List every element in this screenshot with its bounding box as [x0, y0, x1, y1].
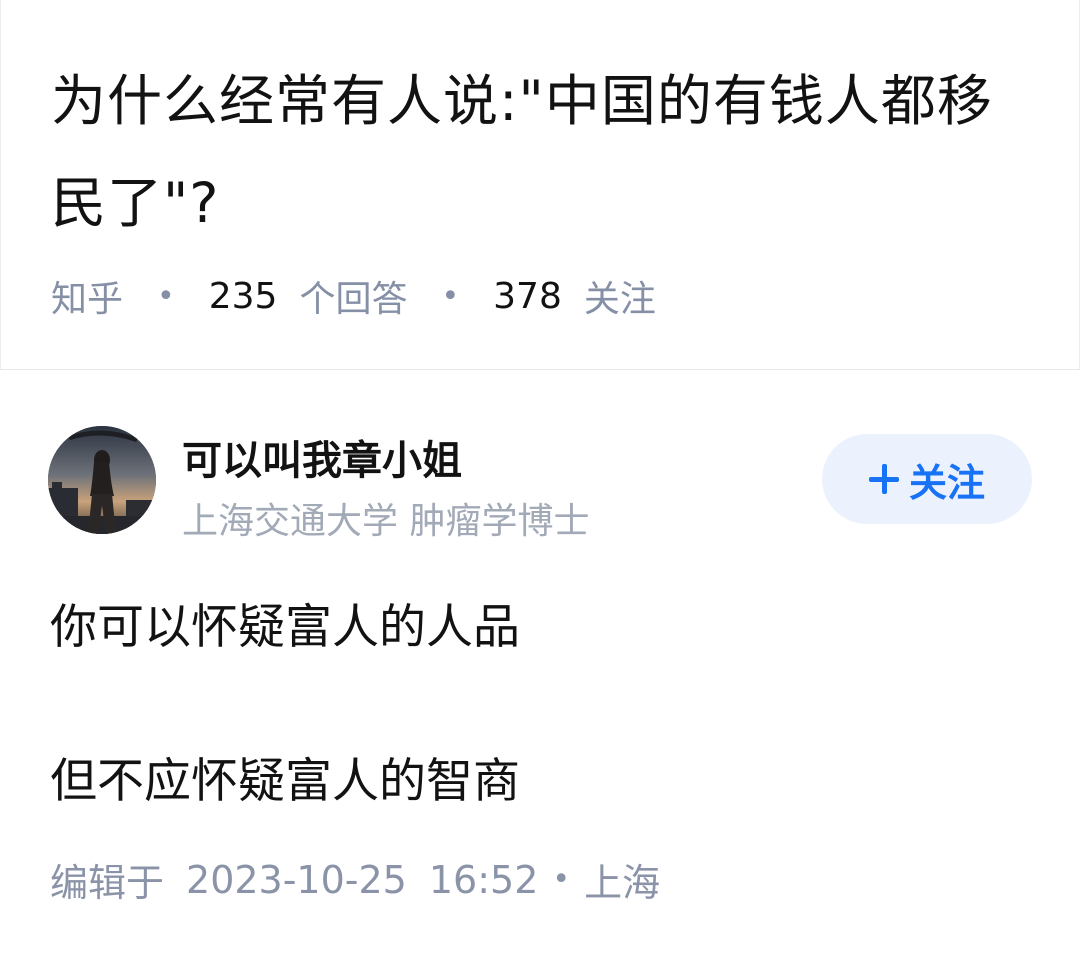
question-card[interactable]: 为什么经常有人说:"中国的有钱人都移民了"? 知乎 • 235 个回答 • 37… — [0, 0, 1080, 370]
author-avatar[interactable] — [48, 426, 156, 534]
separator-dot: • — [552, 862, 571, 897]
answer-paragraph: 你可以怀疑富人的人品 — [50, 600, 520, 655]
author-bio: 上海交通大学 肿瘤学博士 — [182, 501, 590, 542]
edited-location: 上海 — [584, 861, 661, 905]
answer-paragraph: 但不应怀疑富人的智商 — [50, 754, 520, 809]
answers-label[interactable]: 个回答 — [299, 270, 407, 322]
page: 为什么经常有人说:"中国的有钱人都移民了"? 知乎 • 235 个回答 • 37… — [0, 0, 1080, 980]
followers-count: 378 — [493, 275, 562, 317]
question-title[interactable]: 为什么经常有人说:"中国的有钱人都移民了"? — [51, 50, 1031, 254]
edited-date: 2023-10-25 — [186, 857, 407, 902]
plus-icon — [868, 464, 899, 494]
author-name[interactable]: 可以叫我章小姐 — [182, 428, 462, 486]
follow-button-label: 关注 — [908, 460, 985, 505]
question-meta: 知乎 • 235 个回答 • 378 关注 — [51, 270, 656, 322]
answers-count: 235 — [208, 275, 278, 317]
separator-dot: • — [441, 278, 460, 314]
follow-button[interactable]: 关注 — [822, 434, 1032, 524]
answer-card: 可以叫我章小姐 上海交通大学 肿瘤学博士 关注 你可以怀疑富人的人品 但不应怀疑… — [0, 370, 1080, 980]
avatar-woman-silhouette-icon — [48, 426, 156, 534]
answer-meta: 编辑于 2023-10-25 16:52 • 上海 — [50, 852, 660, 907]
followers-label: 关注 — [583, 279, 656, 320]
separator-dot: • — [157, 278, 175, 314]
edited-time: 16:52 — [428, 857, 539, 902]
edited-label: 编辑于 — [50, 861, 165, 905]
source-label: 知乎 — [51, 279, 124, 320]
